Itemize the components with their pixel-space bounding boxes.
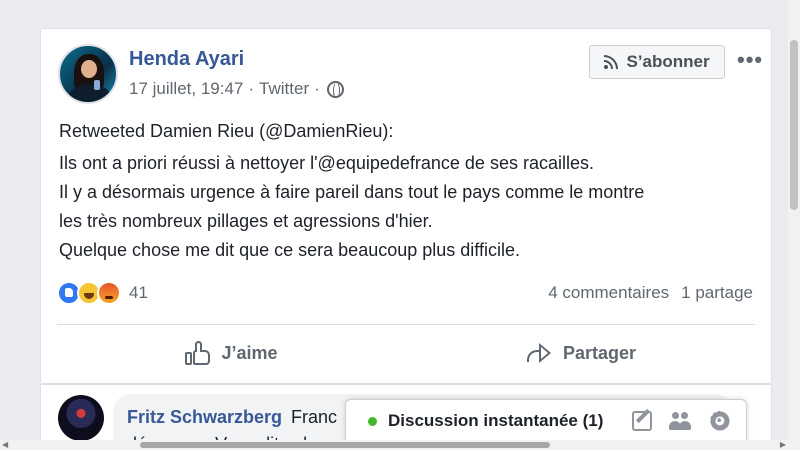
subscribe-label: S’abonner	[626, 52, 710, 71]
chat-label[interactable]: Discussion instantanée (1)	[388, 411, 603, 431]
globe-icon[interactable]	[326, 80, 344, 99]
author-avatar[interactable]	[58, 44, 118, 104]
thumbs-up-icon	[185, 341, 211, 365]
chat-icons	[632, 406, 732, 435]
post-stats: 4 commentaires 1 partage	[548, 283, 753, 303]
reactions-summary[interactable]: 41	[57, 281, 148, 305]
post-body-line: Il y a désormais urgence à faire pareil …	[59, 182, 645, 202]
post-timestamp[interactable]: 17 juillet, 19:47	[129, 79, 243, 99]
reaction-count[interactable]: 41	[129, 283, 148, 303]
commenter-name[interactable]: Fritz Schwarzberg	[127, 407, 282, 428]
chat-bar[interactable]: Discussion instantanée (1)	[345, 399, 747, 443]
comment-text: Franc	[291, 407, 338, 427]
post-body: Ils ont a priori réussi à nettoyer l'@eq…	[59, 149, 749, 265]
post-body-line: Quelque chose me dit que ce sera beaucou…	[59, 240, 520, 260]
meta-separator: ·	[248, 79, 255, 98]
rss-icon	[604, 55, 619, 69]
post-source: Twitter	[259, 79, 310, 98]
post-body-line: Ils ont a priori réussi à nettoyer l'@eq…	[59, 153, 594, 173]
post-actions: J’aime Partager	[57, 329, 755, 377]
new-message-icon[interactable]	[632, 411, 652, 431]
gear-icon[interactable]	[708, 406, 732, 435]
post-meta: 17 juillet, 19:47 · Twitter ·	[129, 79, 344, 99]
horizontal-scrollbar-thumb[interactable]	[140, 442, 550, 448]
share-icon	[525, 341, 553, 365]
author-name[interactable]: Henda Ayari	[129, 48, 244, 71]
like-label: J’aime	[221, 342, 278, 363]
scroll-right-arrow-icon[interactable]: ▶	[780, 440, 786, 449]
horizontal-scrollbar[interactable]: ◀ ▶	[0, 440, 788, 450]
divider	[41, 384, 771, 385]
share-button[interactable]: Partager	[406, 329, 755, 377]
vertical-scrollbar[interactable]	[788, 0, 800, 450]
retweet-line: Retweeted Damien Rieu (@DamienRieu):	[59, 121, 394, 141]
divider	[57, 324, 755, 325]
angry-reaction-icon	[97, 281, 121, 305]
group-icon[interactable]	[668, 409, 692, 433]
comments-count[interactable]: 4 commentaires	[548, 283, 669, 303]
post-body-line: les très nombreux pillages et agressions…	[59, 211, 433, 231]
subscribe-button[interactable]: S’abonner	[589, 45, 725, 79]
online-status-dot	[368, 416, 377, 426]
scroll-left-arrow-icon[interactable]: ◀	[2, 440, 8, 449]
shares-count[interactable]: 1 partage	[681, 283, 753, 303]
share-label: Partager	[562, 342, 637, 363]
meta-separator: ·	[314, 79, 320, 98]
more-options-icon[interactable]: •••	[737, 47, 763, 73]
post-card: Henda Ayari 17 juillet, 19:47 · Twitter …	[40, 28, 772, 384]
commenter-avatar[interactable]	[58, 395, 104, 441]
like-button[interactable]: J’aime	[57, 329, 406, 377]
vertical-scrollbar-thumb[interactable]	[790, 40, 798, 210]
